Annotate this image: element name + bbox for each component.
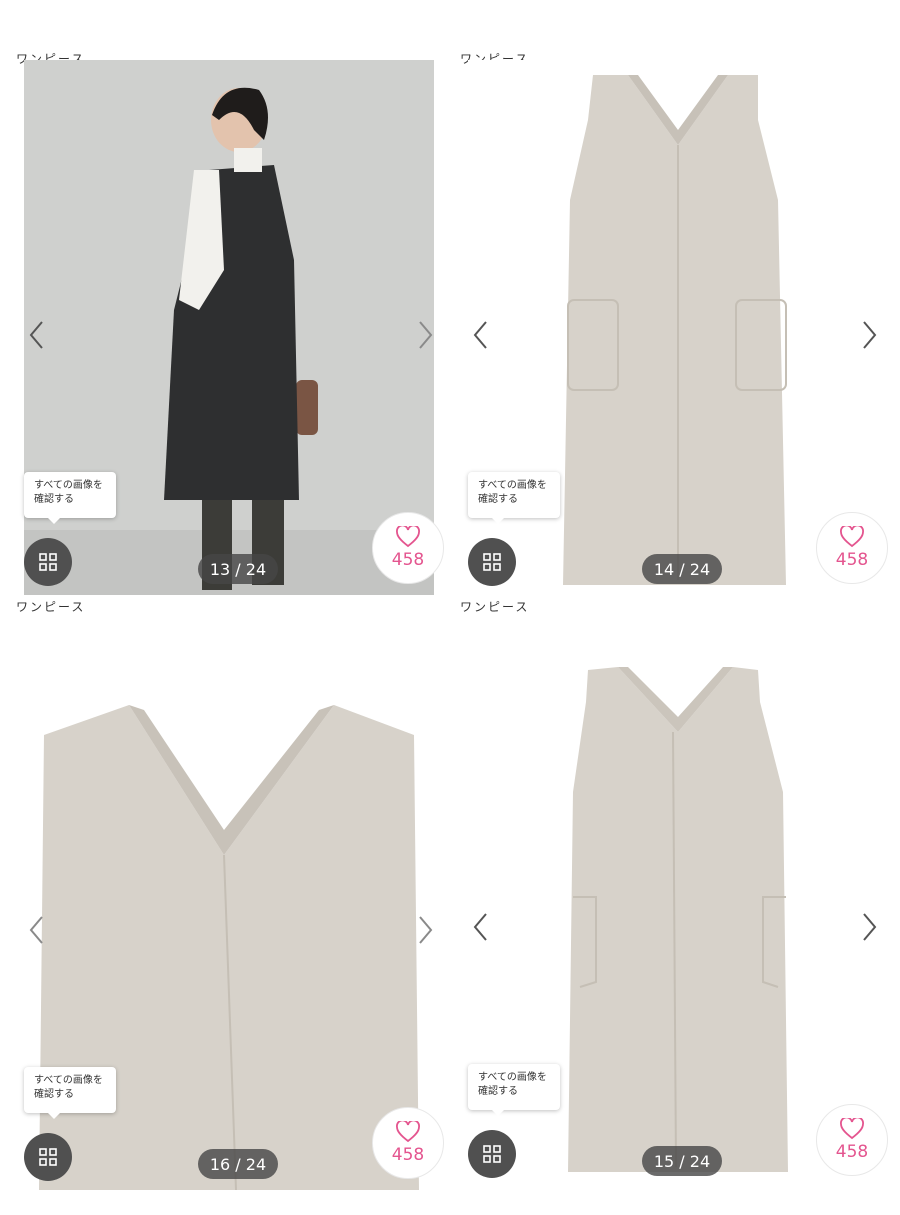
chevron-right-icon xyxy=(419,916,433,944)
favorite-button[interactable]: 458 xyxy=(372,1107,444,1179)
image-counter: 16 / 24 xyxy=(198,1149,278,1179)
chevron-right-icon xyxy=(863,913,877,941)
view-all-images-tooltip: すべての画像を 確認する xyxy=(468,472,560,524)
view-all-images-tooltip: すべての画像を 確認する xyxy=(24,472,116,524)
chevron-left-icon xyxy=(473,913,487,941)
tooltip-line-2: 確認する xyxy=(34,494,74,505)
tooltip-line-1: すべての画像を xyxy=(478,480,547,491)
view-all-images-button[interactable] xyxy=(468,1130,516,1178)
prev-image-button[interactable] xyxy=(466,315,496,355)
tooltip-line-2: 確認する xyxy=(478,1086,518,1097)
heart-icon xyxy=(396,1121,420,1143)
image-carousel-13: ワンピース すべての画像を 確認する 13 / 24 458 xyxy=(16,52,444,620)
favorite-count: 458 xyxy=(835,1142,869,1162)
chevron-right-icon xyxy=(419,321,433,349)
chevron-left-icon xyxy=(29,916,43,944)
category-label: ワンピース xyxy=(460,600,530,614)
tooltip-line-2: 確認する xyxy=(34,1089,74,1100)
favorite-count: 458 xyxy=(391,1145,425,1165)
grid-icon xyxy=(483,553,501,571)
next-image-button[interactable] xyxy=(854,907,884,947)
next-image-button[interactable] xyxy=(854,315,884,355)
next-image-button[interactable] xyxy=(410,910,440,950)
image-counter: 14 / 24 xyxy=(642,554,722,584)
tooltip-line-1: すべての画像を xyxy=(34,1075,103,1086)
tooltip-line-1: すべての画像を xyxy=(478,1072,547,1083)
favorite-button[interactable]: 458 xyxy=(372,512,444,584)
image-carousel-16: ワンピース すべての画像を 確認する 16 / 24 458 xyxy=(16,600,444,1215)
grid-icon xyxy=(39,553,57,571)
heart-icon xyxy=(840,1118,864,1140)
view-all-images-button[interactable] xyxy=(24,538,72,586)
image-carousel-15: ワンピース すべての画像を 確認する 15 / 24 458 xyxy=(460,600,888,1212)
next-image-button[interactable] xyxy=(410,315,440,355)
category-label: ワンピース xyxy=(16,600,86,614)
view-all-images-tooltip: すべての画像を 確認する xyxy=(24,1067,116,1119)
favorite-button[interactable]: 458 xyxy=(816,1104,888,1176)
heart-icon xyxy=(396,526,420,548)
grid-icon xyxy=(39,1148,57,1166)
view-all-images-tooltip: すべての画像を 確認する xyxy=(468,1064,560,1116)
tooltip-line-1: すべての画像を xyxy=(34,480,103,491)
grid-icon xyxy=(483,1145,501,1163)
favorite-count: 458 xyxy=(391,550,425,570)
favorite-count: 458 xyxy=(835,550,869,570)
chevron-right-icon xyxy=(863,321,877,349)
view-all-images-button[interactable] xyxy=(24,1133,72,1181)
prev-image-button[interactable] xyxy=(22,315,52,355)
image-counter: 15 / 24 xyxy=(642,1146,722,1176)
heart-icon xyxy=(840,526,864,548)
chevron-left-icon xyxy=(473,321,487,349)
tooltip-line-2: 確認する xyxy=(478,494,518,505)
image-carousel-14: ワンピース すべての画像を 確認する 14 / 24 458 xyxy=(460,52,888,620)
image-counter: 13 / 24 xyxy=(198,554,278,584)
favorite-button[interactable]: 458 xyxy=(816,512,888,584)
prev-image-button[interactable] xyxy=(466,907,496,947)
view-all-images-button[interactable] xyxy=(468,538,516,586)
prev-image-button[interactable] xyxy=(22,910,52,950)
chevron-left-icon xyxy=(29,321,43,349)
